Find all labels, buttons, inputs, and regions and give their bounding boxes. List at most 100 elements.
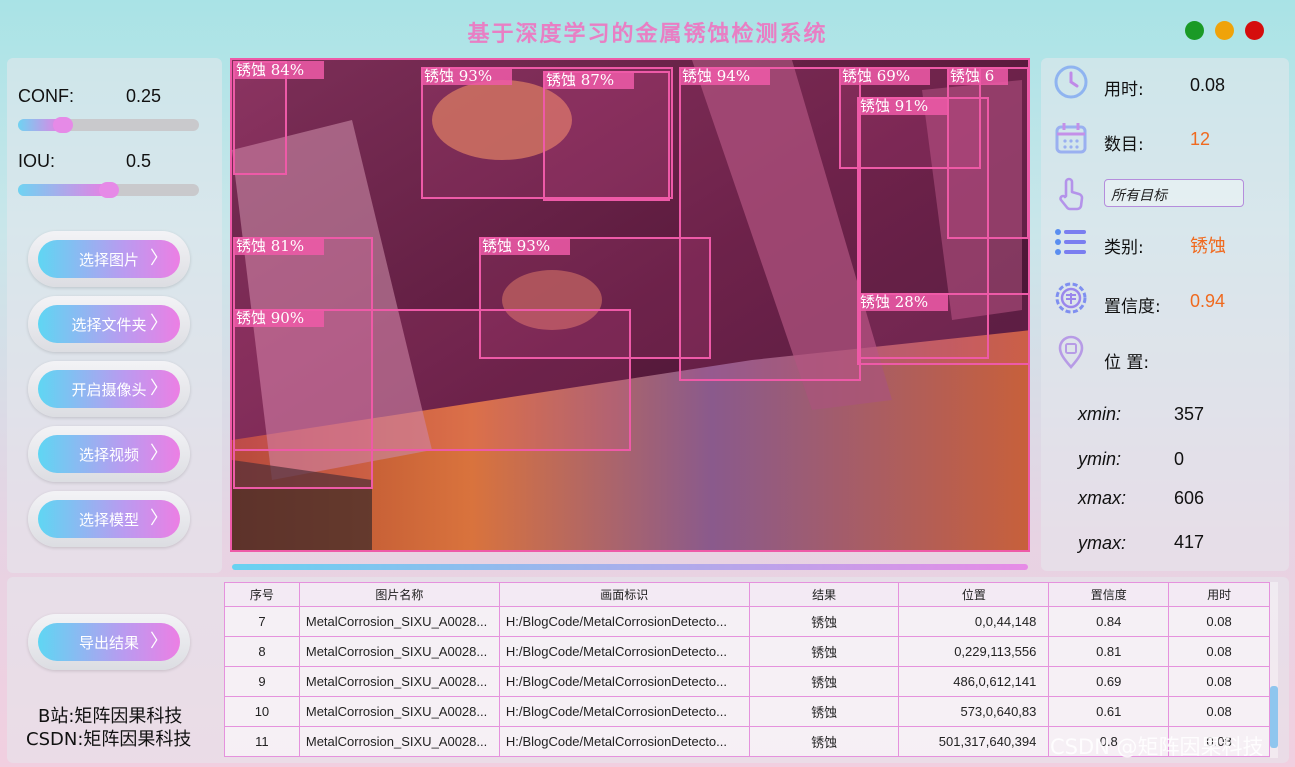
select-folder-button-frame: 选择文件夹 〉 — [28, 296, 190, 352]
table-row[interactable]: 8 MetalCorrosion_SIXU_A0028... H:/BlogCode… — [224, 636, 1270, 667]
detection-label: 锈蚀 87% — [546, 71, 614, 89]
detection-box — [543, 71, 670, 201]
conf-label: CONF: — [18, 86, 74, 106]
table-header-cell[interactable]: 画面标识 — [498, 582, 750, 607]
table-cell: 0.08 — [1168, 606, 1270, 637]
table-cell: 9 — [224, 666, 300, 697]
list-icon — [1055, 229, 1086, 255]
table-cell: H:/BlogCode/MetalCorrosionDetecto... — [498, 636, 750, 667]
ymin-value: 0 — [1174, 449, 1185, 469]
table-cell: 0.08 — [1168, 666, 1270, 697]
csdn-credit: CSDN:矩阵因果科技 — [26, 729, 192, 750]
detection-label: 锈蚀 94% — [682, 67, 750, 85]
detection-label: 锈蚀 93% — [424, 67, 492, 85]
iou-slider[interactable] — [18, 182, 199, 198]
table-cell: 锈蚀 — [748, 696, 900, 727]
select-model-button[interactable]: 选择模型 〉 — [38, 500, 180, 538]
xmin-label: xmin: — [1078, 404, 1122, 424]
gear-badge-icon — [1055, 282, 1087, 314]
table-cell: 7 — [224, 606, 300, 637]
iou-slider-fill — [18, 184, 109, 196]
export-results-label: 导出结果 — [78, 633, 139, 652]
detection-image-viewer[interactable]: 锈蚀 84% 锈蚀 93% 锈蚀 87% 锈蚀 94% 锈蚀 69% 锈蚀 6 锈蚀 91%… — [230, 58, 1030, 552]
table-row[interactable]: 9 MetalCorrosion_SIXU_A0028... H:/BlogCode… — [224, 666, 1270, 697]
location-pin-icon — [1058, 335, 1084, 369]
chevron-right-icon: 〉 — [150, 508, 168, 529]
table-cell: H:/BlogCode/MetalCorrosionDetecto... — [498, 696, 750, 727]
table-header-cell[interactable]: 结果 — [748, 582, 900, 607]
detection-label: 锈蚀 91% — [860, 97, 928, 115]
chevron-right-icon: 〉 — [150, 443, 168, 464]
clock-icon — [1054, 65, 1088, 99]
calendar-icon — [1055, 123, 1087, 154]
watermark: CSDN @矩阵因果科技 — [1050, 735, 1264, 759]
table-header-cell[interactable]: 图片名称 — [298, 582, 500, 607]
chevron-right-icon: 〉 — [150, 378, 168, 399]
target-select[interactable]: 所有目标 — [1104, 179, 1244, 207]
table-cell: MetalCorrosion_SIXU_A0028... — [298, 696, 500, 727]
detection-label: 锈蚀 90% — [236, 309, 304, 327]
iou-value: 0.5 — [126, 151, 152, 171]
chevron-right-icon: 〉 — [150, 248, 168, 269]
table-cell: 11 — [224, 726, 300, 757]
position-label: 位 置: — [1104, 353, 1150, 373]
table-cell: 锈蚀 — [748, 606, 900, 637]
ymax-label: ymax: — [1078, 533, 1127, 553]
table-cell: H:/BlogCode/MetalCorrosionDetecto... — [498, 666, 750, 697]
table-cell: 0.61 — [1048, 696, 1170, 727]
export-results-button[interactable]: 导出结果 〉 — [38, 623, 180, 661]
class-label: 类别: — [1104, 238, 1144, 258]
table-cell: 501,317,640,394 — [898, 726, 1050, 757]
select-video-label: 选择视频 — [78, 445, 139, 464]
count-value: 12 — [1190, 129, 1211, 149]
detection-label: 锈蚀 69% — [842, 67, 910, 85]
detection-label: 锈蚀 93% — [482, 237, 550, 255]
iou-slider-handle[interactable] — [98, 182, 119, 198]
table-cell: MetalCorrosion_SIXU_A0028... — [298, 666, 500, 697]
detection-label: 锈蚀 81% — [236, 237, 304, 255]
select-video-button[interactable]: 选择视频 〉 — [38, 435, 180, 473]
confidence-value: 0.94 — [1190, 291, 1226, 311]
table-header-cell[interactable]: 位置 — [898, 582, 1050, 607]
select-image-button-frame: 选择图片 〉 — [28, 231, 190, 287]
xmax-label: xmax: — [1078, 488, 1127, 508]
table-row[interactable]: 10 MetalCorrosion_SIXU_A0028... H:/BlogCod… — [224, 696, 1270, 727]
table-cell: MetalCorrosion_SIXU_A0028... — [298, 726, 500, 757]
table-cell: H:/BlogCode/MetalCorrosionDetecto... — [498, 726, 750, 757]
time-label: 用时: — [1104, 80, 1144, 100]
conf-slider[interactable] — [18, 117, 199, 133]
maximize-button[interactable] — [1215, 21, 1234, 40]
minimize-button[interactable] — [1185, 21, 1204, 40]
select-video-button-frame: 选择视频 〉 — [28, 426, 190, 482]
detection-label: 锈蚀 84% — [236, 61, 304, 79]
select-model-label: 选择模型 — [78, 510, 139, 529]
chevron-right-icon: 〉 — [150, 313, 168, 334]
table-header-cell[interactable]: 置信度 — [1048, 582, 1170, 607]
table-row[interactable]: 7 MetalCorrosion_SIXU_A0028... H:/BlogCode… — [224, 606, 1270, 637]
iou-label: IOU: — [18, 151, 56, 171]
count-label: 数目: — [1104, 135, 1144, 155]
table-scrollbar-thumb[interactable] — [1270, 686, 1278, 748]
select-folder-label: 选择文件夹 — [71, 315, 147, 334]
table-cell: 锈蚀 — [748, 726, 900, 757]
conf-slider-handle[interactable] — [53, 117, 74, 133]
open-camera-button[interactable]: 开启摄像头 〉 — [38, 370, 180, 408]
class-value: 锈蚀 — [1190, 236, 1226, 256]
time-value: 0.08 — [1190, 75, 1226, 95]
conf-value: 0.25 — [126, 86, 162, 106]
table-cell: 0.81 — [1048, 636, 1170, 667]
select-image-button[interactable]: 选择图片 〉 — [38, 240, 180, 278]
table-cell: 0.84 — [1048, 606, 1170, 637]
close-button[interactable] — [1245, 21, 1264, 40]
table-cell: 8 — [224, 636, 300, 667]
detection-label: 锈蚀 28% — [860, 293, 928, 311]
table-header-cell[interactable]: 用时 — [1168, 582, 1270, 607]
select-folder-button[interactable]: 选择文件夹 〉 — [38, 305, 180, 343]
table-cell: 486,0,612,141 — [898, 666, 1050, 697]
detection-box — [233, 309, 631, 451]
table-header-cell[interactable]: 序号 — [224, 582, 300, 607]
table-cell: 0.69 — [1048, 666, 1170, 697]
table-scrollbar[interactable] — [1270, 582, 1278, 758]
table-header-row: 序号 图片名称 画面标识 结果 位置 置信度 用时 — [224, 582, 1270, 607]
table-cell: 10 — [224, 696, 300, 727]
